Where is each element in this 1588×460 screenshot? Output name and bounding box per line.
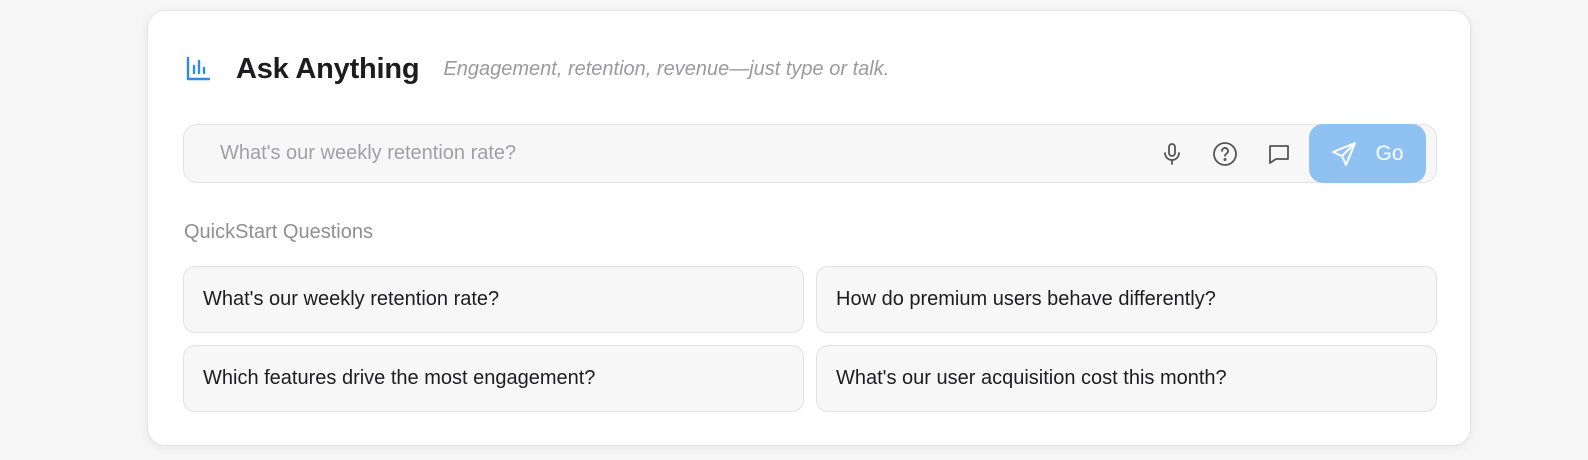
chat-bubble-icon[interactable] <box>1264 139 1294 169</box>
go-button[interactable]: Go <box>1309 124 1426 183</box>
send-icon <box>1332 141 1357 166</box>
ask-anything-card: Ask Anything Engagement, retention, reve… <box>147 10 1471 446</box>
quickstart-question-acquisition-cost[interactable]: What's our user acquisition cost this mo… <box>816 345 1437 412</box>
microphone-icon[interactable] <box>1157 139 1187 169</box>
quickstart-heading: QuickStart Questions <box>184 221 373 243</box>
quickstart-question-premium-users[interactable]: How do premium users behave differently? <box>816 266 1437 333</box>
search-bar: Go <box>183 124 1437 183</box>
page-title: Ask Anything <box>236 52 420 85</box>
search-input[interactable] <box>204 125 1104 182</box>
go-button-label: Go <box>1375 141 1404 165</box>
page-subtitle: Engagement, retention, revenue—just type… <box>443 57 890 80</box>
bar-chart-icon <box>184 55 212 83</box>
header: Ask Anything Engagement, retention, reve… <box>184 49 889 89</box>
quickstart-question-features[interactable]: Which features drive the most engagement… <box>183 345 804 412</box>
quickstart-question-retention[interactable]: What's our weekly retention rate? <box>183 266 804 333</box>
help-circle-icon[interactable] <box>1210 139 1240 169</box>
